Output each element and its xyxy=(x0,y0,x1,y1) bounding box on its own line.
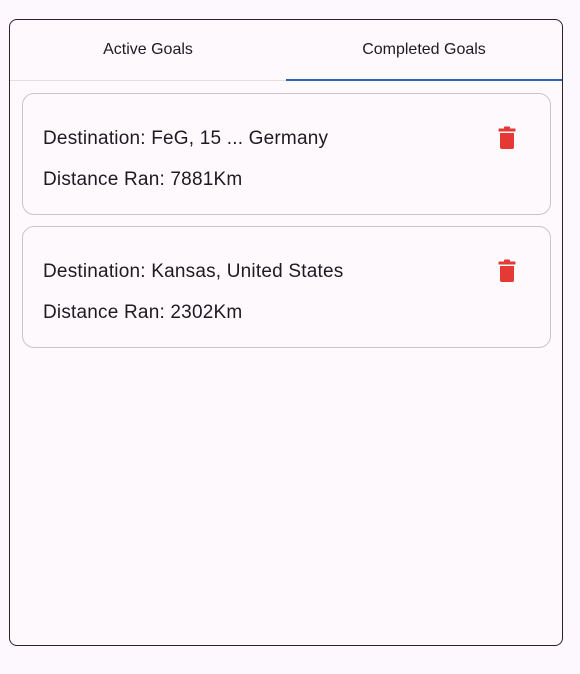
goal-card: Destination: Kansas, United States Dista… xyxy=(22,226,551,348)
tab-bar: Active Goals Completed Goals xyxy=(10,20,562,81)
trash-icon xyxy=(498,259,516,282)
delete-button[interactable] xyxy=(498,259,516,283)
goal-destination: Destination: Kansas, United States xyxy=(43,261,344,282)
trash-icon xyxy=(498,126,516,149)
tab-active-goals[interactable]: Active Goals xyxy=(10,20,286,80)
goals-panel: Active Goals Completed Goals Destination… xyxy=(9,19,563,646)
tab-completed-goals[interactable]: Completed Goals xyxy=(286,20,562,81)
goals-list: Destination: FeG, 15 ... Germany Distanc… xyxy=(10,81,562,348)
goal-distance: Distance Ran: 7881Km xyxy=(43,169,243,190)
goal-destination: Destination: FeG, 15 ... Germany xyxy=(43,128,329,149)
goal-card: Destination: FeG, 15 ... Germany Distanc… xyxy=(22,93,551,215)
delete-button[interactable] xyxy=(498,126,516,150)
goal-distance: Distance Ran: 2302Km xyxy=(43,302,243,323)
